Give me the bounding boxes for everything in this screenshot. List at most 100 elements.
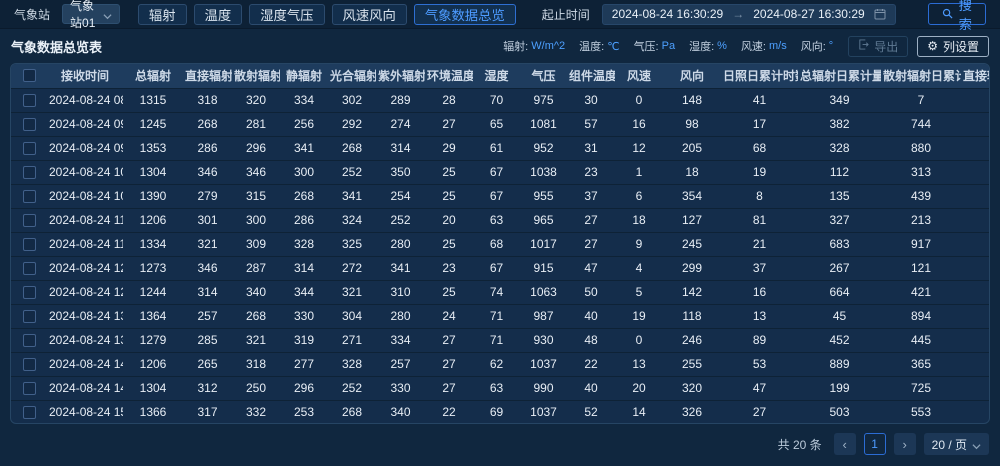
cell-value: 965 (520, 208, 567, 232)
row-checkbox[interactable] (23, 118, 36, 131)
table-body: 2024-08-24 08:30:29131531832033430228928… (11, 88, 990, 424)
cell-value (961, 136, 990, 160)
cell-value: 25 (425, 280, 473, 304)
table-row: 2024-08-24 15:00:29136631733225326834022… (11, 400, 990, 424)
row-checkbox[interactable] (23, 166, 36, 179)
cell-value: 63 (473, 208, 520, 232)
cell-value: 20 (615, 376, 663, 400)
header-row: 接收时间总辐射直接辐射散射辐射静辐射光合辐射紫外辐射环境温度湿度气压组件温度风速… (11, 64, 990, 88)
row-checkbox[interactable] (23, 94, 36, 107)
cell-value: 324 (328, 208, 376, 232)
row-checkbox-cell (11, 328, 47, 352)
row-checkbox[interactable] (23, 238, 36, 251)
cell-value: 340 (232, 280, 280, 304)
cell-value: 47 (567, 256, 615, 280)
select-all-checkbox[interactable] (23, 69, 36, 82)
row-checkbox-cell (11, 208, 47, 232)
tab-4[interactable]: 风速风向 (332, 4, 407, 25)
cell-value: 118 (663, 304, 721, 328)
cell-value: 0 (615, 88, 663, 112)
cell-value: 4 (615, 256, 663, 280)
cell-value (961, 88, 990, 112)
page-title: 气象数据总览表 (11, 37, 102, 56)
row-checkbox[interactable] (23, 334, 36, 347)
cell-value (961, 160, 990, 184)
cell-value (961, 304, 990, 328)
export-icon (858, 39, 869, 53)
tab-5[interactable]: 气象数据总览 (414, 4, 516, 25)
row-checkbox[interactable] (23, 406, 36, 419)
panel-header: 气象数据总览表 辐射:W/m^2温度:℃气压:Pa湿度:%风速:m/s风向:° … (0, 29, 1000, 63)
cell-value: 975 (520, 88, 567, 112)
cell-value: 37 (567, 184, 615, 208)
search-icon (942, 7, 953, 22)
cell-value: 1364 (123, 304, 183, 328)
row-checkbox[interactable] (23, 142, 36, 155)
date-end-value[interactable]: 2024-08-27 16:30:29 (753, 7, 864, 21)
station-select[interactable]: 气象站01 (62, 4, 120, 24)
row-checkbox[interactable] (23, 310, 36, 323)
cell-value: 205 (663, 136, 721, 160)
chevron-down-icon (103, 10, 112, 19)
cell-value (961, 328, 990, 352)
cell-value: 27 (425, 352, 473, 376)
date-start-value[interactable]: 2024-08-24 16:30:29 (612, 7, 723, 21)
column-settings-button[interactable]: ⚙ 列设置 (917, 36, 989, 57)
cell-value: 683 (798, 232, 881, 256)
cell-value: 250 (232, 376, 280, 400)
cell-value: 23 (425, 256, 473, 280)
row-checkbox[interactable] (23, 214, 36, 227)
cell-value: 346 (183, 256, 232, 280)
row-checkbox-cell (11, 280, 47, 304)
export-button[interactable]: 导出 (848, 36, 908, 57)
row-checkbox[interactable] (23, 382, 36, 395)
cell-value: 955 (520, 184, 567, 208)
next-page-button[interactable]: › (894, 433, 916, 455)
cell-value: 328 (328, 352, 376, 376)
cell-value: 27 (425, 328, 473, 352)
page-number-button[interactable]: 1 (864, 433, 886, 455)
cell-value: 296 (280, 376, 328, 400)
cell-value: 312 (183, 376, 232, 400)
cell-value: 40 (567, 376, 615, 400)
cell-value: 320 (232, 88, 280, 112)
cell-value: 8 (721, 184, 798, 208)
cell-value: 16 (615, 112, 663, 136)
row-checkbox[interactable] (23, 262, 36, 275)
date-range-picker[interactable]: 2024-08-24 16:30:29 → 2024-08-27 16:30:2… (602, 4, 896, 25)
row-checkbox[interactable] (23, 286, 36, 299)
unit-label: 辐射: (503, 38, 528, 54)
tab-3[interactable]: 湿度气压 (249, 4, 324, 25)
cell-value: 346 (232, 160, 280, 184)
cell-value: 268 (232, 304, 280, 328)
cell-value: 281 (232, 112, 280, 136)
cell-value: 301 (183, 208, 232, 232)
tab-2[interactable]: 温度 (194, 4, 243, 25)
search-button[interactable]: 搜索 (928, 3, 986, 25)
cell-value: 254 (376, 184, 425, 208)
column-header-17: 直接辐射日累计量 (961, 64, 990, 88)
cell-value: 332 (232, 400, 280, 424)
column-header-3: 直接辐射 (183, 64, 232, 88)
cell-value: 246 (663, 328, 721, 352)
tab-1[interactable]: 辐射 (138, 4, 187, 25)
cell-value: 271 (328, 328, 376, 352)
row-checkbox[interactable] (23, 190, 36, 203)
cell-value: 664 (798, 280, 881, 304)
row-checkbox-cell (11, 184, 47, 208)
cell-value: 280 (376, 304, 425, 328)
cell-value: 445 (881, 328, 961, 352)
cell-value: 321 (328, 280, 376, 304)
table-row: 2024-08-24 11:30:29133432130932832528025… (11, 232, 990, 256)
column-header-9: 湿度 (473, 64, 520, 88)
cell-receive-time: 2024-08-24 14:30:29 (47, 376, 123, 400)
cell-value: 13 (615, 352, 663, 376)
column-header-12: 风速 (615, 64, 663, 88)
cell-receive-time: 2024-08-24 10:30:29 (47, 184, 123, 208)
page-size-select[interactable]: 20 / 页 (924, 433, 989, 455)
row-checkbox[interactable] (23, 358, 36, 371)
prev-page-button[interactable]: ‹ (834, 433, 856, 455)
cell-value: 320 (663, 376, 721, 400)
cell-value: 16 (721, 280, 798, 304)
cell-value (961, 184, 990, 208)
